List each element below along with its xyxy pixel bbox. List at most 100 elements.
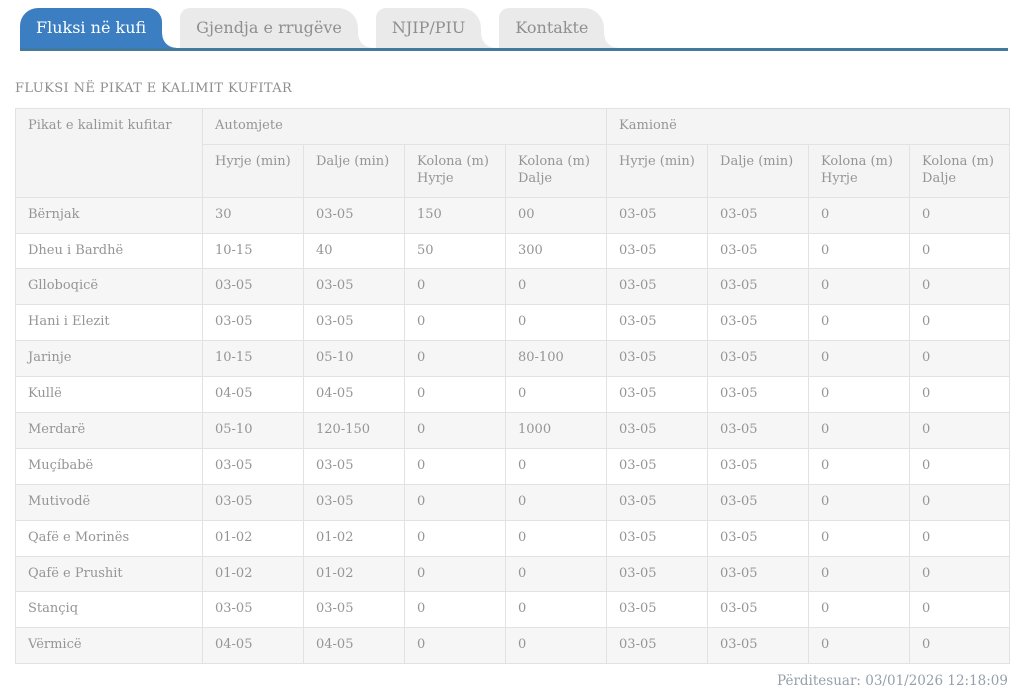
cell-value: 40 xyxy=(304,233,405,269)
cell-value: 0 xyxy=(910,628,1010,664)
crossing-point-name: Jarinje xyxy=(16,341,203,377)
cell-value: 01-02 xyxy=(203,520,304,556)
tab-label: Fluksi në kufi xyxy=(36,18,146,37)
tab-njip-piu[interactable]: NJIP/PIU xyxy=(376,8,481,48)
cell-value: 01-02 xyxy=(304,556,405,592)
cell-value: 1000 xyxy=(506,413,607,449)
cell-value: 0 xyxy=(809,377,910,413)
cell-value: 0 xyxy=(506,377,607,413)
cell-value: 03-05 xyxy=(304,484,405,520)
cell-value: 0 xyxy=(809,592,910,628)
crossing-point-name: Muçíbabë xyxy=(16,448,203,484)
cell-value: 0 xyxy=(809,448,910,484)
cell-value: 0 xyxy=(405,556,506,592)
crossing-point-name: Stançiq xyxy=(16,592,203,628)
cell-value: 0 xyxy=(910,448,1010,484)
col-header-automjete-kolona-hyrje: Kolona (m) Hyrje xyxy=(405,144,506,197)
cell-value: 0 xyxy=(910,269,1010,305)
table-row: Qafë e Prushit01-0201-020003-0503-0500 xyxy=(16,556,1010,592)
cell-value: 03-05 xyxy=(304,269,405,305)
cell-value: 0 xyxy=(809,341,910,377)
cell-value: 30 xyxy=(203,197,304,233)
cell-value: 03-05 xyxy=(607,484,708,520)
tab-gjendja-e-rrugeve[interactable]: Gjendja e rrugëve xyxy=(180,8,358,48)
cell-value: 0 xyxy=(506,520,607,556)
cell-value: 0 xyxy=(910,556,1010,592)
cell-value: 0 xyxy=(910,484,1010,520)
tab-label: NJIP/PIU xyxy=(392,18,465,37)
table-row: Kullë04-0504-050003-0503-0500 xyxy=(16,377,1010,413)
cell-value: 03-05 xyxy=(203,484,304,520)
col-group-automjete: Automjete xyxy=(203,109,607,145)
cell-value: 50 xyxy=(405,233,506,269)
table-row: Dheu i Bardhë10-15405030003-0503-0500 xyxy=(16,233,1010,269)
cell-value: 0 xyxy=(910,377,1010,413)
cell-value: 03-05 xyxy=(708,305,809,341)
cell-value: 0 xyxy=(405,448,506,484)
cell-value: 0 xyxy=(405,520,506,556)
cell-value: 03-05 xyxy=(607,377,708,413)
tab-kontakte[interactable]: Kontakte xyxy=(499,8,604,48)
cell-value: 03-05 xyxy=(708,484,809,520)
cell-value: 03-05 xyxy=(304,305,405,341)
page: Fluksi në kufi Gjendja e rrugëve NJIP/PI… xyxy=(0,0,1024,695)
cell-value: 03-05 xyxy=(708,341,809,377)
page-title: FLUKSI NË PIKAT E KALIMIT KUFITAR xyxy=(15,81,1009,96)
cell-value: 03-05 xyxy=(708,520,809,556)
table-row: Glloboqicë03-0503-050003-0503-0500 xyxy=(16,269,1010,305)
cell-value: 0 xyxy=(405,269,506,305)
col-header-automjete-dalje-min: Dalje (min) xyxy=(304,144,405,197)
crossing-point-name: Qafë e Morinës xyxy=(16,520,203,556)
cell-value: 0 xyxy=(910,413,1010,449)
cell-value: 03-05 xyxy=(708,413,809,449)
cell-value: 0 xyxy=(809,305,910,341)
cell-value: 03-05 xyxy=(708,197,809,233)
cell-value: 03-05 xyxy=(203,592,304,628)
col-header-automjete-hyrje-min: Hyrje (min) xyxy=(203,144,304,197)
cell-value: 0 xyxy=(809,628,910,664)
cell-value: 0 xyxy=(506,556,607,592)
cell-value: 0 xyxy=(405,592,506,628)
cell-value: 0 xyxy=(809,484,910,520)
cell-value: 0 xyxy=(809,197,910,233)
cell-value: 0 xyxy=(809,556,910,592)
cell-value: 00 xyxy=(506,197,607,233)
col-header-kamione-hyrje-min: Hyrje (min) xyxy=(607,144,708,197)
cell-value: 03-05 xyxy=(708,377,809,413)
cell-value: 03-05 xyxy=(203,305,304,341)
cell-value: 04-05 xyxy=(203,377,304,413)
cell-value: 03-05 xyxy=(607,269,708,305)
cell-value: 03-05 xyxy=(607,341,708,377)
border-crossings-table: Pikat e kalimit kufitar Automjete Kamion… xyxy=(15,108,1010,664)
table-row: Bërnjak3003-051500003-0503-0500 xyxy=(16,197,1010,233)
cell-value: 04-05 xyxy=(203,628,304,664)
cell-value: 03-05 xyxy=(607,520,708,556)
table-body: Bërnjak3003-051500003-0503-0500Dheu i Ba… xyxy=(16,197,1010,664)
col-header-kamione-kolona-hyrje: Kolona (m) Hyrje xyxy=(809,144,910,197)
cell-value: 03-05 xyxy=(607,448,708,484)
cell-value: 03-05 xyxy=(708,592,809,628)
cell-value: 0 xyxy=(405,484,506,520)
crossing-point-name: Bërnjak xyxy=(16,197,203,233)
cell-value: 10-15 xyxy=(203,233,304,269)
cell-value: 01-02 xyxy=(203,556,304,592)
last-updated-timestamp: Përditesuar: 03/01/2026 12:18:09 xyxy=(0,673,1008,689)
table-row: Mutivodë03-0503-050003-0503-0500 xyxy=(16,484,1010,520)
table-row: Qafë e Morinës01-0201-020003-0503-0500 xyxy=(16,520,1010,556)
cell-value: 80-100 xyxy=(506,341,607,377)
cell-value: 0 xyxy=(506,448,607,484)
crossing-point-name: Mutivodë xyxy=(16,484,203,520)
cell-value: 0 xyxy=(405,413,506,449)
cell-value: 10-15 xyxy=(203,341,304,377)
cell-value: 0 xyxy=(405,341,506,377)
cell-value: 03-05 xyxy=(304,592,405,628)
cell-value: 01-02 xyxy=(304,520,405,556)
table-row: Merdarë05-10120-1500100003-0503-0500 xyxy=(16,413,1010,449)
col-header-crossing-points: Pikat e kalimit kufitar xyxy=(16,109,203,198)
crossing-point-name: Merdarë xyxy=(16,413,203,449)
cell-value: 0 xyxy=(910,520,1010,556)
cell-value: 0 xyxy=(809,413,910,449)
cell-value: 04-05 xyxy=(304,628,405,664)
cell-value: 120-150 xyxy=(304,413,405,449)
tab-fluksi-ne-kufi[interactable]: Fluksi në kufi xyxy=(20,8,162,48)
